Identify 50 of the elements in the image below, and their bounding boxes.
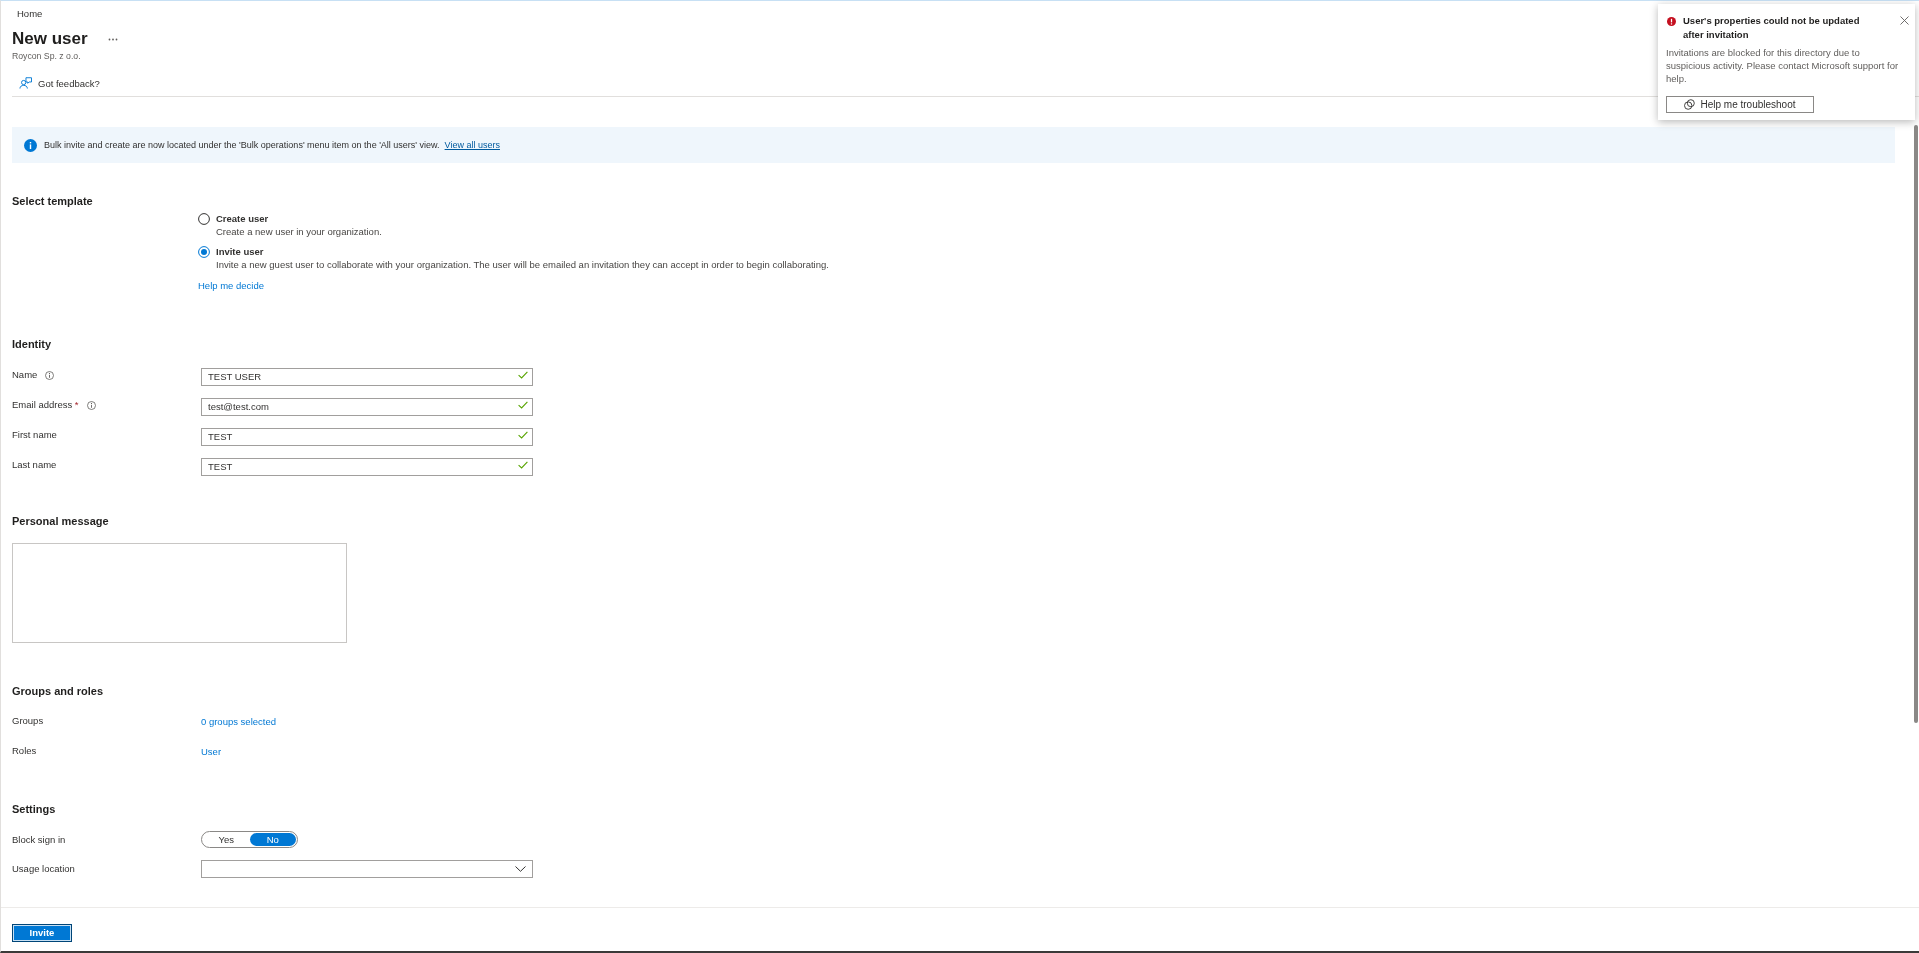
- chevron-down-icon: [515, 866, 526, 872]
- error-icon: [1667, 17, 1676, 26]
- text-field[interactable]: TEST: [201, 457, 533, 476]
- toggle-option[interactable]: Yes: [203, 833, 250, 846]
- page-title: New user: [12, 28, 88, 50]
- option-description: Invite a new guest user to collaborate with your organization. The user will be emailed an invitation they can accept in order to begin collaborating.: [216, 259, 829, 271]
- field-label: Usage location: [12, 863, 75, 875]
- text-field[interactable]: TEST USER: [201, 367, 533, 386]
- field-label: Groups: [12, 715, 44, 727]
- section-heading: Personal message: [12, 514, 109, 528]
- text-field[interactable]: TEST: [201, 427, 533, 446]
- radio-label: Create user: [216, 213, 269, 225]
- feedback-button[interactable]: Got feedback?: [19, 77, 100, 89]
- section-heading: Settings: [12, 802, 56, 816]
- value-link[interactable]: 0 groups selected: [201, 715, 276, 727]
- notification-message: Invitations are blocked for this directory due to suspicious activity. Please contact Microsoft support for help.: [1666, 46, 1900, 85]
- radio-button[interactable]: [198, 246, 210, 258]
- overlapping-circles-icon: [1684, 99, 1696, 110]
- close-icon[interactable]: [1900, 16, 1909, 25]
- message-field[interactable]: [12, 543, 347, 643]
- text-field[interactable]: test@test.com: [201, 397, 533, 416]
- field-label: Roles: [12, 745, 37, 757]
- field-label: Last name: [12, 459, 57, 471]
- radio-button[interactable]: [198, 213, 210, 225]
- scrollbar-thumb[interactable]: [1914, 125, 1918, 723]
- invite-button[interactable]: Invite: [12, 923, 72, 942]
- section-heading: Identity: [12, 337, 52, 351]
- info-icon[interactable]: [45, 370, 55, 380]
- page-subtitle: Roycon Sp. z o.o.: [12, 50, 81, 62]
- help-link[interactable]: Help me decide: [198, 280, 264, 292]
- banner-text: Bulk invite and create are now located under the 'Bulk operations' menu item on the 'All users' view.: [44, 140, 440, 150]
- field-label: Block sign in: [12, 833, 66, 846]
- troubleshoot-button[interactable]: Help me troubleshoot: [1666, 96, 1814, 113]
- option-description: Create a new user in your organization.: [216, 226, 382, 238]
- value-link[interactable]: User: [201, 745, 222, 757]
- section-heading: Select template: [12, 194, 93, 208]
- radio-label: Invite user: [216, 246, 264, 258]
- field-label: First name: [12, 429, 57, 441]
- breadcrumb-link[interactable]: Home: [17, 8, 43, 20]
- toggle-option[interactable]: No: [249, 833, 296, 846]
- view-all-users-link[interactable]: View all users: [444, 140, 500, 150]
- info-icon: [24, 138, 37, 152]
- feedback-icon: [19, 77, 32, 89]
- more-icon[interactable]: [107, 37, 118, 41]
- section-heading: Groups and roles: [12, 684, 104, 698]
- notification-title: User's properties could not be updated after invitation: [1683, 14, 1861, 42]
- field-label: Email address *: [12, 399, 79, 411]
- info-icon[interactable]: [86, 400, 96, 410]
- usage-location-dropdown[interactable]: [201, 860, 533, 878]
- field-label: Name: [12, 369, 38, 381]
